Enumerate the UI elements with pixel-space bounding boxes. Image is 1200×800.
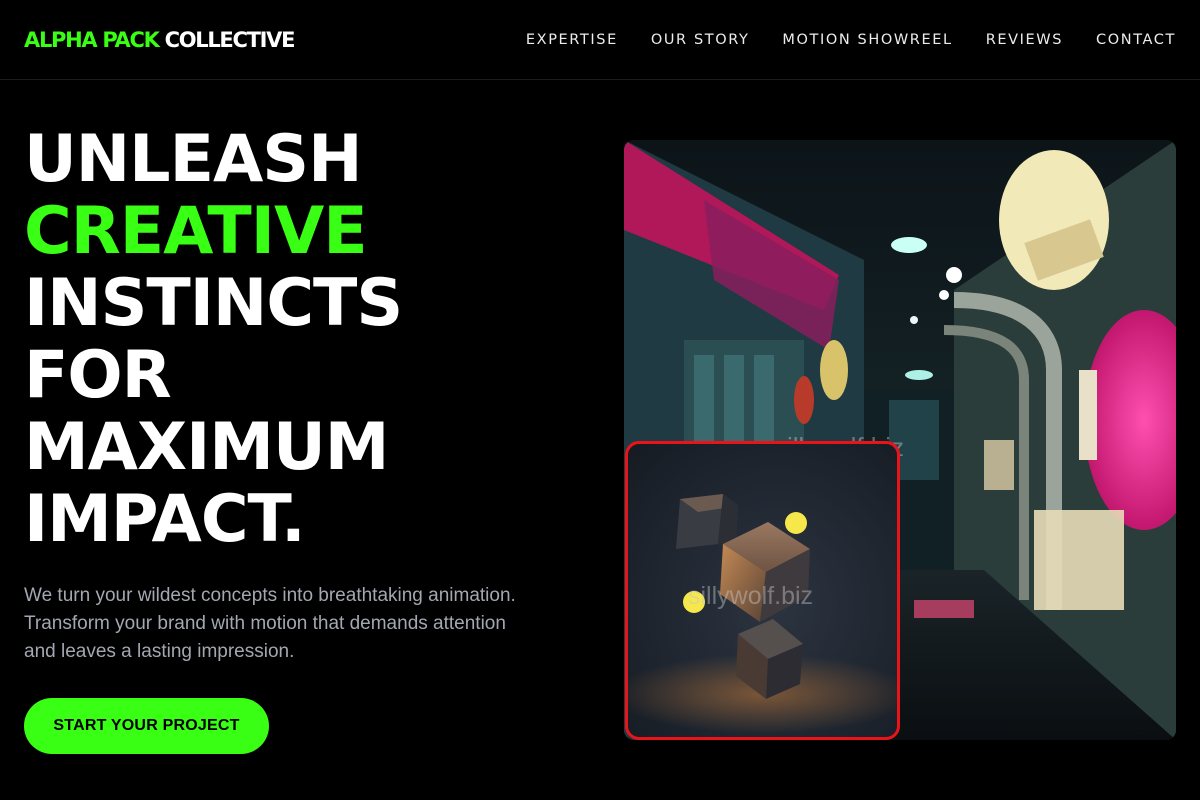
logo[interactable]: ALPHA PACK COLLECTIVE [24,27,296,52]
nav-link-motion-showreel[interactable]: MOTION SHOWREEL [782,32,952,48]
hero-line-2-highlight: CREATIVE [24,194,368,269]
nav-link-reviews[interactable]: REVIEWS [986,32,1063,48]
hero-title: UNLEASH CREATIVE INSTINCTS FOR MAXIMUM I… [24,122,403,557]
hero-subtitle: We turn your wildest concepts into breat… [24,585,516,662]
inset-video-preview[interactable]: sillywolf.biz [625,441,900,740]
nav-link-contact[interactable]: CONTACT [1096,32,1176,48]
nav-link-our-story[interactable]: OUR STORY [651,32,750,48]
main-nav: EXPERTISE OUR STORY MOTION SHOWREEL REVI… [526,32,1176,48]
nav-link-expertise[interactable]: EXPERTISE [526,32,618,48]
hero-line-3: INSTINCTS [24,266,403,341]
hero-line-6: IMPACT. [24,482,306,557]
site-header: ALPHA PACK COLLECTIVE EXPERTISE OUR STOR… [0,0,1200,80]
hero-line-1: UNLEASH [24,122,363,197]
inset-watermark: sillywolf.biz [688,582,814,610]
logo-accent: ALPHA PACK [24,27,160,52]
start-project-button[interactable]: START YOUR PROJECT [24,698,269,754]
hero-line-5: MAXIMUM [24,410,389,485]
hero-line-4: FOR [24,338,172,413]
logo-rest: COLLECTIVE [164,27,296,52]
